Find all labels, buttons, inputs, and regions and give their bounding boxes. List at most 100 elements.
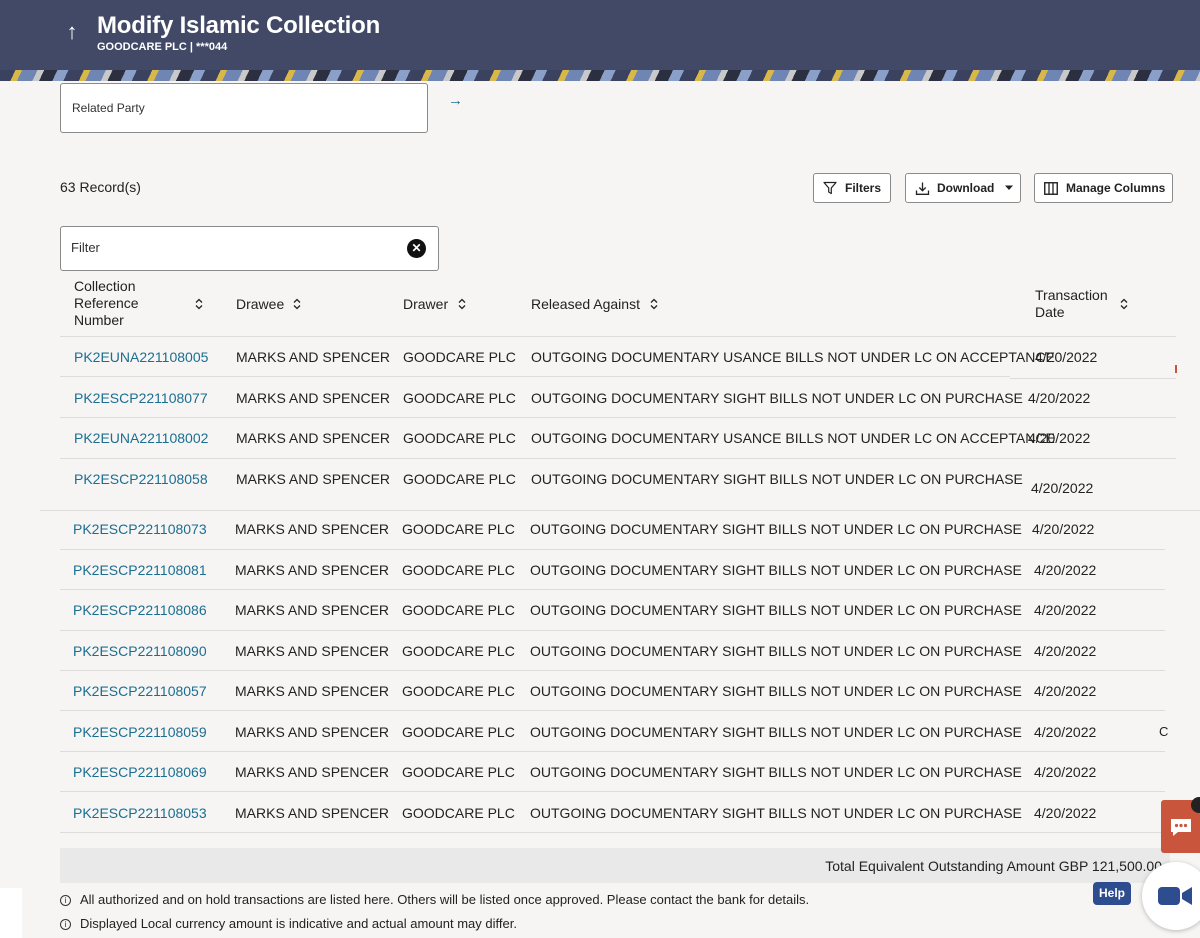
- manage-columns-button[interactable]: Manage Columns: [1034, 173, 1173, 203]
- filter-icon: [823, 181, 837, 195]
- drawee-cell: MARKS AND SPENCER: [235, 643, 390, 659]
- filter-input[interactable]: [71, 240, 391, 255]
- page-title: Modify Islamic Collection: [97, 12, 381, 39]
- truncated-column-text: C: [1159, 724, 1169, 739]
- clear-icon[interactable]: ✕: [407, 239, 426, 258]
- sort-icon[interactable]: [194, 297, 204, 311]
- drawee-cell: MARKS AND SPENCER: [235, 521, 390, 537]
- released-against-cell: OUTGOING DOCUMENTARY SIGHT BILLS NOT UND…: [530, 521, 1022, 537]
- drawer-cell: GOODCARE PLC: [402, 562, 515, 578]
- total-outstanding-amount: Total Equivalent Outstanding Amount GBP …: [825, 858, 1162, 874]
- drawer-cell: GOODCARE PLC: [402, 805, 515, 821]
- drawee-cell: MARKS AND SPENCER: [235, 683, 390, 699]
- collection-reference-link[interactable]: PK2EUNA221108005: [74, 349, 208, 365]
- transaction-date-cell: 4/20/2022: [1032, 521, 1095, 537]
- column-header-drawee[interactable]: Drawee: [236, 296, 284, 313]
- sort-icon[interactable]: [457, 297, 467, 311]
- collection-reference-link[interactable]: PK2ESCP221108053: [73, 805, 207, 821]
- released-against-cell: OUTGOING DOCUMENTARY SIGHT BILLS NOT UND…: [530, 643, 1022, 659]
- drawee-cell: MARKS AND SPENCER: [235, 602, 390, 618]
- drawee-cell: MARKS AND SPENCER: [235, 764, 390, 780]
- filters-button[interactable]: Filters: [813, 173, 891, 203]
- column-header-released-against[interactable]: Released Against: [531, 296, 640, 313]
- released-against-cell: OUTGOING DOCUMENTARY SIGHT BILLS NOT UND…: [530, 683, 1022, 699]
- row-divider: [60, 336, 1176, 337]
- released-against-cell: OUTGOING DOCUMENTARY SIGHT BILLS NOT UND…: [530, 562, 1022, 578]
- collection-reference-link[interactable]: PK2ESCP221108077: [74, 390, 208, 406]
- download-icon: [915, 182, 930, 195]
- collection-reference-link[interactable]: PK2ESCP221108073: [73, 521, 207, 537]
- drawee-cell: MARKS AND SPENCER: [236, 349, 391, 365]
- scroll-marker: [1175, 365, 1177, 373]
- drawee-cell: MARKS AND SPENCER: [235, 562, 390, 578]
- filter-field[interactable]: [60, 226, 439, 271]
- header-pattern-band: [0, 70, 1200, 81]
- info-note-text: Displayed Local currency amount is indic…: [80, 916, 517, 931]
- collection-reference-link[interactable]: PK2ESCP221108058: [74, 471, 208, 487]
- transaction-date-cell: 4/20/2022: [1035, 349, 1098, 365]
- row-divider: [60, 417, 1176, 418]
- row-divider: [60, 710, 1165, 711]
- notification-badge: [1191, 797, 1200, 813]
- drawer-cell: GOODCARE PLC: [402, 602, 515, 618]
- collection-reference-link[interactable]: PK2ESCP221108090: [73, 643, 207, 659]
- download-button[interactable]: Download: [905, 173, 1021, 203]
- up-arrow-icon[interactable]: ↑: [63, 18, 81, 46]
- transaction-date-cell: 4/20/2022: [1028, 390, 1091, 406]
- row-divider: [1010, 378, 1176, 379]
- drawer-cell: GOODCARE PLC: [402, 643, 515, 659]
- row-divider: [60, 791, 1165, 792]
- collection-reference-link[interactable]: PK2ESCP221108059: [73, 724, 207, 740]
- row-divider: [60, 670, 1165, 671]
- transaction-date-cell: 4/20/2022: [1031, 480, 1094, 496]
- drawer-cell: GOODCARE PLC: [402, 683, 515, 699]
- collection-reference-link[interactable]: PK2ESCP221108057: [73, 683, 207, 699]
- collection-reference-link[interactable]: PK2EUNA221108002: [74, 430, 208, 446]
- row-divider: [40, 510, 1200, 511]
- released-against-cell: OUTGOING DOCUMENTARY SIGHT BILLS NOT UND…: [530, 764, 1022, 780]
- row-divider: [60, 376, 1010, 377]
- row-divider: [60, 751, 1165, 752]
- transaction-date-cell: 4/20/2022: [1034, 764, 1097, 780]
- collection-reference-link[interactable]: PK2ESCP221108069: [73, 764, 207, 780]
- drawer-cell: GOODCARE PLC: [402, 724, 515, 740]
- row-divider: [60, 589, 1165, 590]
- drawer-cell: GOODCARE PLC: [402, 764, 515, 780]
- collection-reference-link[interactable]: PK2ESCP221108081: [73, 562, 207, 578]
- row-divider: [60, 549, 1165, 550]
- page-header: ↑ Modify Islamic Collection GOODCARE PLC…: [0, 0, 1200, 70]
- column-header-reference[interactable]: Collection Reference Number: [74, 278, 184, 329]
- page-subtitle: GOODCARE PLC | ***044: [97, 41, 228, 53]
- columns-icon: [1044, 181, 1058, 195]
- video-call-button[interactable]: [1142, 862, 1200, 930]
- transaction-date-cell: 4/20/2022: [1028, 430, 1091, 446]
- right-arrow-icon[interactable]: →: [448, 92, 463, 109]
- transaction-date-cell: 4/20/2022: [1034, 602, 1097, 618]
- released-against-cell: OUTGOING DOCUMENTARY SIGHT BILLS NOT UND…: [530, 724, 1022, 740]
- sort-icon[interactable]: [1119, 297, 1129, 311]
- related-party-label: Related Party: [72, 101, 145, 115]
- column-header-drawer[interactable]: Drawer: [403, 296, 448, 313]
- collection-reference-link[interactable]: PK2ESCP221108086: [73, 602, 207, 618]
- info-note: i All authorized and on hold transactions…: [60, 892, 809, 907]
- drawee-cell: MARKS AND SPENCER: [236, 390, 391, 406]
- info-icon: i: [60, 919, 71, 930]
- help-button[interactable]: Help: [1093, 882, 1131, 905]
- sort-icon[interactable]: [649, 297, 659, 311]
- caret-down-icon: [1005, 185, 1014, 190]
- sort-icon[interactable]: [292, 297, 302, 311]
- record-count: 63 Record(s): [60, 179, 141, 195]
- column-header-transaction-date[interactable]: Transaction Date: [1035, 287, 1115, 321]
- transaction-date-cell: 4/20/2022: [1034, 724, 1097, 740]
- released-against-cell: OUTGOING DOCUMENTARY SIGHT BILLS NOT UND…: [530, 805, 1022, 821]
- related-party-field[interactable]: Related Party: [60, 83, 428, 133]
- released-against-cell: OUTGOING DOCUMENTARY SIGHT BILLS NOT UND…: [531, 471, 1023, 487]
- drawee-cell: MARKS AND SPENCER: [235, 724, 390, 740]
- transaction-date-cell: 4/20/2022: [1034, 683, 1097, 699]
- drawee-cell: MARKS AND SPENCER: [236, 471, 391, 487]
- released-against-cell: OUTGOING DOCUMENTARY SIGHT BILLS NOT UND…: [531, 390, 1023, 406]
- transaction-date-cell: 4/20/2022: [1034, 643, 1097, 659]
- row-divider: [60, 832, 1165, 833]
- drawee-cell: MARKS AND SPENCER: [236, 430, 391, 446]
- manage-columns-label: Manage Columns: [1066, 181, 1166, 195]
